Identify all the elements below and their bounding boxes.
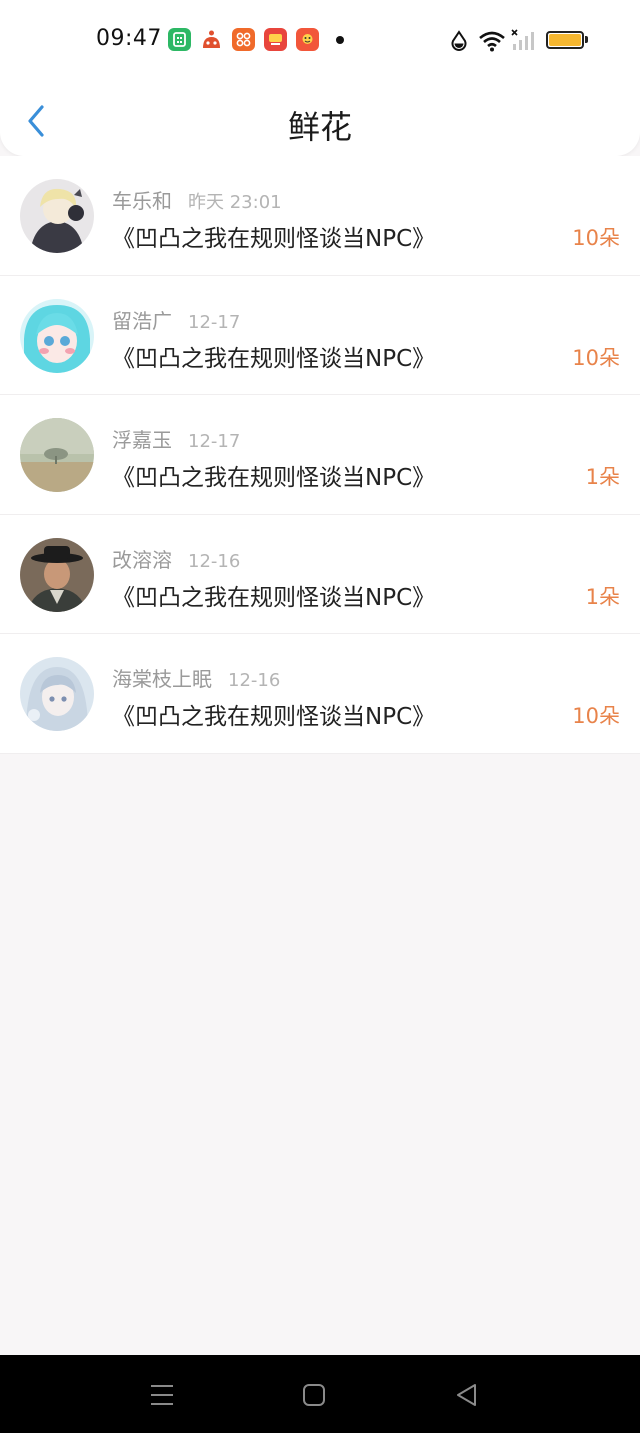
menu-icon (151, 1385, 173, 1405)
book-title: 《凹凸之我在规则怪谈当NPC》 (112, 226, 436, 252)
flower-count: 10朵 (572, 704, 620, 728)
list-item[interactable]: 海棠枝上眠 12-16 《凹凸之我在规则怪谈当NPC》 10朵 (0, 634, 640, 754)
flower-count: 10朵 (572, 345, 620, 370)
flower-gift-list: 车乐和 昨天 23:01 《凹凸之我在规则怪谈当NPC》 10朵 留浩广 12-… (0, 156, 640, 754)
system-navigation-bar (0, 1355, 640, 1433)
sender-name: 海棠枝上眠 (112, 667, 212, 691)
book-title: 《凹凸之我在规则怪谈当NPC》 (112, 584, 436, 611)
avatar[interactable] (20, 179, 94, 253)
book-title: 《凹凸之我在规则怪谈当NPC》 (112, 345, 436, 372)
orange-grid-app-icon (232, 28, 255, 51)
sender-name-line: 海棠枝上眠 12-16 (112, 663, 280, 692)
status-bar: 09:47 (0, 0, 640, 80)
list-item[interactable]: 改溶溶 12-16 《凹凸之我在规则怪谈当NPC》 1朵 (0, 514, 640, 634)
home-icon (303, 1384, 325, 1406)
avatar[interactable] (20, 298, 94, 373)
menu-button[interactable] (148, 1381, 176, 1409)
screen: 09:47 鲜花 车乐和 昨天 23:01 《凹凸之我在规则怪谈当NPC》 10… (0, 0, 640, 1433)
signal-icon (511, 29, 534, 50)
avatar[interactable] (20, 537, 94, 612)
game-app-icon (296, 28, 319, 51)
title-bar: 鲜花 (0, 80, 640, 156)
gift-date: 12-16 (188, 550, 241, 572)
notification-dot (336, 36, 344, 44)
avatar[interactable] (20, 418, 94, 492)
sender-name-line: 留浩广 12-17 (112, 305, 240, 334)
back-triangle-icon (457, 1384, 476, 1406)
header: 09:47 鲜花 (0, 0, 640, 156)
gift-date: 12-17 (188, 431, 241, 452)
data-saver-icon (451, 30, 467, 51)
book-title: 《凹凸之我在规则怪谈当NPC》 (112, 465, 436, 491)
list-item[interactable]: 车乐和 昨天 23:01 《凹凸之我在规则怪谈当NPC》 10朵 (0, 156, 640, 276)
list-item[interactable]: 浮嘉玉 12-17 《凹凸之我在规则怪谈当NPC》 1朵 (0, 395, 640, 515)
wifi-icon (479, 31, 505, 52)
battery-icon (546, 31, 584, 49)
battery-fill (549, 34, 581, 46)
sender-name: 车乐和 (112, 189, 172, 213)
green-app-icon (168, 28, 191, 51)
notification-app-icons (168, 28, 319, 51)
page-title: 鲜花 (287, 108, 352, 146)
sender-name: 浮嘉玉 (112, 428, 172, 452)
gift-date: 昨天 23:01 (188, 192, 282, 213)
back-nav-button[interactable] (453, 1381, 481, 1409)
sender-name-line: 改溶溶 12-16 (112, 544, 240, 573)
avatar[interactable] (20, 657, 94, 731)
sender-name: 改溶溶 (112, 547, 172, 572)
flower-count: 10朵 (572, 226, 620, 250)
book-title: 《凹凸之我在规则怪谈当NPC》 (112, 704, 436, 730)
video-app-icon (264, 28, 287, 51)
list-item[interactable]: 留浩广 12-17 《凹凸之我在规则怪谈当NPC》 10朵 (0, 275, 640, 395)
sender-name-line: 车乐和 昨天 23:01 (112, 185, 282, 214)
gift-date: 12-16 (228, 670, 281, 691)
home-button[interactable] (300, 1381, 328, 1409)
sender-name: 留浩广 (112, 308, 172, 333)
flower-count: 1朵 (585, 465, 620, 489)
gift-date: 12-17 (188, 311, 241, 333)
flower-count: 1朵 (585, 584, 620, 609)
red-robot-app-icon (200, 28, 223, 51)
sender-name-line: 浮嘉玉 12-17 (112, 424, 240, 453)
status-time: 09:47 (96, 26, 162, 51)
battery-cap (585, 36, 588, 43)
